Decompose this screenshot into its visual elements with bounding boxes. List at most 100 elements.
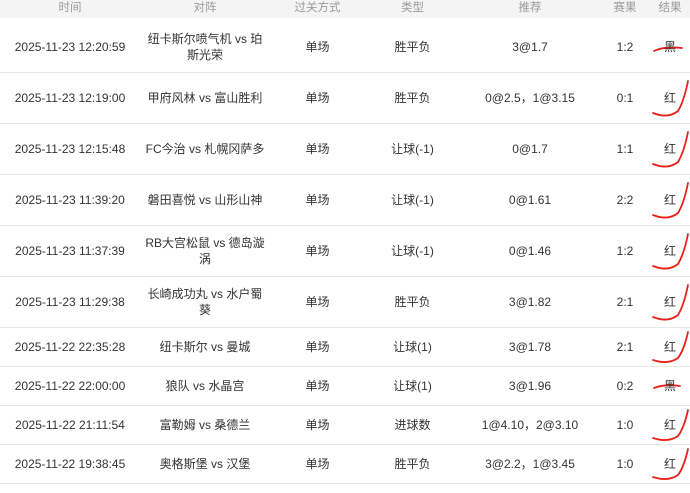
table-row: 2025-11-22 21:11:54 富勒姆 vs 桑德兰 单场 进球数 1@…: [0, 405, 690, 445]
cell-time: 2025-11-22 21:11:54: [0, 405, 140, 445]
result-label: 红: [663, 340, 676, 354]
cell-time: 2025-11-22 22:35:28: [0, 327, 140, 367]
cell-mode: 单场: [270, 225, 365, 277]
cell-result: 红: [650, 405, 690, 445]
cell-type: 进球数: [365, 405, 460, 445]
cell-result: 红: [650, 444, 690, 484]
result-label: 红: [663, 295, 676, 309]
cell-time: 2025-11-23 12:15:48: [0, 123, 140, 175]
result-label: 红: [663, 91, 676, 105]
cell-recommend: 3@1.78: [460, 327, 600, 367]
result-label: 红: [663, 193, 676, 207]
cell-score: 1:2: [600, 22, 650, 73]
cell-time: 2025-11-23 11:39:20: [0, 174, 140, 226]
cell-recommend: 0@1.46: [460, 225, 600, 277]
cell-score: 1:0: [600, 405, 650, 445]
table-row: 2025-11-22 22:35:28 纽卡斯尔 vs 曼城 单场 让球(1) …: [0, 327, 690, 367]
cell-result: 红: [650, 72, 690, 124]
header-type: 类型: [365, 0, 460, 18]
table-row: 2025-11-23 11:37:39 RB大宫松鼠 vs 德岛漩涡 单场 让球…: [0, 225, 690, 277]
cell-result: 红: [650, 276, 690, 328]
cell-recommend: 0@1.7: [460, 123, 600, 175]
cell-score: 0:1: [600, 72, 650, 124]
cell-score: 1:0: [600, 444, 650, 484]
result-label: 黑: [663, 379, 676, 393]
cell-type: 胜平负: [365, 276, 460, 328]
cell-time: 2025-11-22 22:00:00: [0, 366, 140, 406]
table-row: 2025-11-23 11:29:38 长崎成功丸 vs 水户蜀葵 单场 胜平负…: [0, 276, 690, 328]
header-match: 对阵: [140, 0, 270, 18]
cell-result: 红: [650, 225, 690, 277]
result-label: 红: [663, 142, 676, 156]
results-table: 时间 对阵 过关方式 类型 推荐 赛果 结果 2025-11-23 12:20:…: [0, 0, 690, 484]
header-mode: 过关方式: [270, 0, 365, 18]
cell-mode: 单场: [270, 72, 365, 124]
cell-recommend: 0@1.61: [460, 174, 600, 226]
cell-type: 胜平负: [365, 444, 460, 484]
cell-mode: 单场: [270, 276, 365, 328]
cell-result: 红: [650, 327, 690, 367]
cell-recommend: 3@1.82: [460, 276, 600, 328]
cell-recommend: 0@2.5，1@3.15: [460, 72, 600, 124]
table-row: 2025-11-23 11:39:20 磐田喜悦 vs 山形山神 单场 让球(-…: [0, 174, 690, 226]
table-body: 2025-11-23 12:20:59 纽卡斯尔喷气机 vs 珀斯光荣 单场 胜…: [0, 22, 690, 484]
cell-mode: 单场: [270, 123, 365, 175]
cell-result: 红: [650, 123, 690, 175]
cell-result: 红: [650, 174, 690, 226]
cell-match: 磐田喜悦 vs 山形山神: [140, 174, 270, 226]
cell-match: 纽卡斯尔 vs 曼城: [140, 327, 270, 367]
header-time: 时间: [0, 0, 140, 18]
cell-type: 胜平负: [365, 72, 460, 124]
cell-recommend: 3@1.7: [460, 22, 600, 73]
cell-match: 甲府风林 vs 富山胜利: [140, 72, 270, 124]
cell-score: 2:2: [600, 174, 650, 226]
cell-mode: 单场: [270, 174, 365, 226]
cell-score: 0:2: [600, 366, 650, 406]
cell-recommend: 3@1.96: [460, 366, 600, 406]
cell-score: 2:1: [600, 327, 650, 367]
cell-score: 2:1: [600, 276, 650, 328]
cell-result: 黑: [650, 366, 690, 406]
cell-score: 1:2: [600, 225, 650, 277]
cell-result: 黑: [650, 22, 690, 73]
cell-match: 富勒姆 vs 桑德兰: [140, 405, 270, 445]
cell-match: 狼队 vs 水晶宫: [140, 366, 270, 406]
result-label: 红: [663, 244, 676, 258]
cell-type: 胜平负: [365, 22, 460, 73]
cell-score: 1:1: [600, 123, 650, 175]
cell-type: 让球(-1): [365, 225, 460, 277]
cell-match: 长崎成功丸 vs 水户蜀葵: [140, 276, 270, 328]
cell-match: 纽卡斯尔喷气机 vs 珀斯光荣: [140, 22, 270, 73]
cell-time: 2025-11-23 12:19:00: [0, 72, 140, 124]
header-recommend: 推荐: [460, 0, 600, 18]
table-row: 2025-11-23 12:20:59 纽卡斯尔喷气机 vs 珀斯光荣 单场 胜…: [0, 22, 690, 73]
table-header: 时间 对阵 过关方式 类型 推荐 赛果 结果: [0, 0, 690, 22]
cell-recommend: 3@2.2，1@3.45: [460, 444, 600, 484]
cell-time: 2025-11-23 12:20:59: [0, 22, 140, 73]
table-row: 2025-11-23 12:15:48 FC今治 vs 札幌冈萨多 单场 让球(…: [0, 123, 690, 175]
cell-match: 奥格斯堡 vs 汉堡: [140, 444, 270, 484]
cell-type: 让球(1): [365, 327, 460, 367]
cell-mode: 单场: [270, 327, 365, 367]
cell-time: 2025-11-23 11:29:38: [0, 276, 140, 328]
cell-type: 让球(-1): [365, 174, 460, 226]
header-score: 赛果: [600, 0, 650, 18]
cell-mode: 单场: [270, 366, 365, 406]
cell-time: 2025-11-23 11:37:39: [0, 225, 140, 277]
table-row: 2025-11-23 12:19:00 甲府风林 vs 富山胜利 单场 胜平负 …: [0, 72, 690, 124]
table-row: 2025-11-22 22:00:00 狼队 vs 水晶宫 单场 让球(1) 3…: [0, 366, 690, 406]
cell-mode: 单场: [270, 444, 365, 484]
result-label: 黑: [663, 40, 676, 54]
cell-time: 2025-11-22 19:38:45: [0, 444, 140, 484]
cell-recommend: 1@4.10，2@3.10: [460, 405, 600, 445]
header-result: 结果: [650, 0, 690, 18]
table-row: 2025-11-22 19:38:45 奥格斯堡 vs 汉堡 单场 胜平负 3@…: [0, 444, 690, 484]
cell-mode: 单场: [270, 405, 365, 445]
cell-mode: 单场: [270, 22, 365, 73]
cell-match: RB大宫松鼠 vs 德岛漩涡: [140, 225, 270, 277]
cell-match: FC今治 vs 札幌冈萨多: [140, 123, 270, 175]
cell-type: 让球(-1): [365, 123, 460, 175]
cell-type: 让球(1): [365, 366, 460, 406]
result-label: 红: [663, 418, 676, 432]
result-label: 红: [663, 457, 676, 471]
